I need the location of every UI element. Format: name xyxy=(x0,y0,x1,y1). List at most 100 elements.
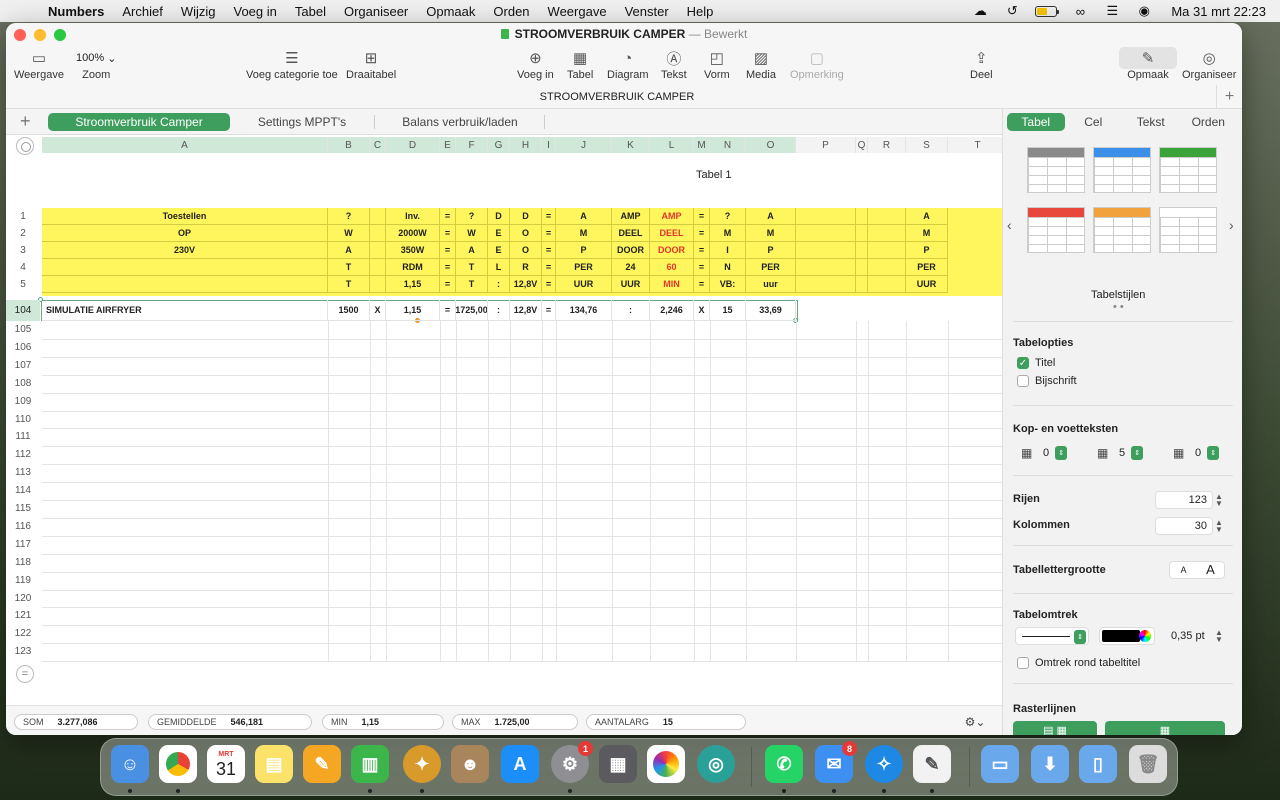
tab-cel[interactable]: Cel xyxy=(1065,113,1123,131)
control-center-icon[interactable]: ☰ xyxy=(1103,3,1121,18)
column-header-n[interactable]: N xyxy=(710,137,746,153)
column-header-k[interactable]: K xyxy=(612,137,650,153)
header-cell[interactable]: = xyxy=(694,225,710,242)
find-my-icon[interactable]: ◎ xyxy=(697,745,735,783)
font-smaller-button[interactable]: A xyxy=(1170,562,1197,578)
header-cell[interactable]: AMP xyxy=(650,208,694,225)
header-cell[interactable]: = xyxy=(694,208,710,225)
header-cell[interactable] xyxy=(42,276,328,293)
header-cell[interactable]: T xyxy=(456,276,488,293)
table-style-thumbnail[interactable] xyxy=(1159,207,1217,253)
menu-weergave[interactable]: Weergave xyxy=(548,4,607,19)
header-cell[interactable] xyxy=(868,276,906,293)
data-cell[interactable]: : xyxy=(612,300,650,321)
header-cell[interactable]: PER xyxy=(746,259,796,276)
data-cell[interactable]: 12,8V xyxy=(510,300,542,321)
row-number[interactable]: 108 xyxy=(6,375,40,393)
header-cell[interactable]: E xyxy=(488,225,510,242)
header-cell[interactable]: OP xyxy=(42,225,328,242)
table-style-thumbnail[interactable] xyxy=(1093,147,1151,193)
gridlines-header-button[interactable]: ▦ xyxy=(1105,721,1225,735)
header-cell[interactable]: 1,15 xyxy=(386,276,440,293)
titel-checkbox[interactable]: ✓ xyxy=(1017,357,1029,369)
header-cell[interactable]: P xyxy=(746,242,796,259)
header-cell[interactable]: P xyxy=(906,242,948,259)
header-cell[interactable]: W xyxy=(328,225,370,242)
link-icon[interactable]: ∞ xyxy=(1071,4,1089,19)
row-number[interactable]: 121 xyxy=(6,607,40,625)
tab-tekst[interactable]: Tekst xyxy=(1122,113,1180,131)
textedit-icon[interactable]: ✎ xyxy=(913,745,951,783)
siri-icon[interactable]: ◉ xyxy=(1135,3,1153,18)
header-cell[interactable]: Inv. xyxy=(386,208,440,225)
page-dots[interactable]: • • xyxy=(1113,301,1124,313)
menu-opmaak[interactable]: Opmaak xyxy=(426,4,475,19)
column-header-o[interactable]: O xyxy=(746,137,796,153)
header-cell[interactable]: T xyxy=(456,259,488,276)
row-number[interactable]: 118 xyxy=(6,554,40,572)
column-header-b[interactable]: B xyxy=(328,137,370,153)
data-cell[interactable]: X xyxy=(694,300,710,321)
header-cell[interactable] xyxy=(856,259,868,276)
header-cell[interactable] xyxy=(42,259,328,276)
column-header-r[interactable]: R xyxy=(868,137,906,153)
header-cell[interactable]: = xyxy=(694,242,710,259)
stat-max[interactable]: MAX 1.725,00 xyxy=(452,714,578,730)
row-number[interactable]: 109 xyxy=(6,393,40,411)
header-cell[interactable]: I xyxy=(710,242,746,259)
tab-orden[interactable]: Orden xyxy=(1180,113,1238,131)
add-panel-button[interactable]: + xyxy=(1216,85,1242,109)
mail-icon[interactable]: ✉ 8 xyxy=(815,741,857,783)
header-cell[interactable]: A xyxy=(328,242,370,259)
diagram-button[interactable]: ◔ Diagram xyxy=(607,47,649,82)
header-cell[interactable]: 60 xyxy=(650,259,694,276)
header-cell[interactable]: A xyxy=(556,208,612,225)
menu-orden[interactable]: Orden xyxy=(493,4,529,19)
header-cell[interactable]: Toestellen xyxy=(42,208,328,225)
footer-rows-control[interactable]: ▦ 0 ⇕ xyxy=(1173,445,1220,461)
border-color-well[interactable] xyxy=(1099,627,1155,645)
row-number[interactable]: 3 xyxy=(6,242,40,259)
row-number[interactable]: 2 xyxy=(6,225,40,242)
column-header-l[interactable]: L xyxy=(650,137,694,153)
row-number[interactable]: 123 xyxy=(6,643,40,661)
stepper-icon[interactable]: ▲ ▼ xyxy=(1215,493,1223,508)
row-number[interactable]: 5 xyxy=(6,276,40,293)
documents-folder-icon[interactable]: ▯ xyxy=(1079,745,1117,783)
chrome-icon[interactable] xyxy=(159,745,197,783)
header-cell[interactable]: uur xyxy=(746,276,796,293)
data-cell[interactable]: 1725,00 xyxy=(456,300,488,321)
vorm-button[interactable]: ◰ Vorm xyxy=(704,47,730,81)
row-number[interactable]: 116 xyxy=(6,518,40,536)
organiseer-button[interactable]: ◎ Organiseer xyxy=(1182,47,1236,81)
column-header-t[interactable]: T xyxy=(948,137,1002,153)
pages-icon[interactable]: ✎ xyxy=(303,745,341,783)
opmerking-button[interactable]: ▢ Opmerking xyxy=(790,47,844,81)
safari-icon[interactable]: ✧ xyxy=(865,745,903,783)
header-cell[interactable]: T xyxy=(328,259,370,276)
header-cell[interactable]: D xyxy=(510,208,542,225)
row-number[interactable]: 104 xyxy=(6,300,40,321)
header-cell[interactable]: W xyxy=(456,225,488,242)
voeg-in-button[interactable]: ⊕ Voeg in xyxy=(517,47,554,81)
column-header-g[interactable]: G xyxy=(488,137,510,153)
header-cell[interactable]: = xyxy=(440,276,456,293)
calculator-icon[interactable]: ▦ xyxy=(599,745,637,783)
header-cell[interactable]: UUR xyxy=(906,276,948,293)
column-header-h[interactable]: H xyxy=(510,137,542,153)
table-style-thumbnail[interactable] xyxy=(1159,147,1217,193)
header-cell[interactable]: D xyxy=(488,208,510,225)
stat-aantalarg[interactable]: AANTALARG 15 xyxy=(586,714,746,730)
row-number[interactable]: 107 xyxy=(6,357,40,375)
row-number[interactable]: 106 xyxy=(6,339,40,357)
header-cell[interactable]: = xyxy=(542,276,556,293)
header-cell[interactable]: = xyxy=(440,242,456,259)
header-cell[interactable]: 2000W xyxy=(386,225,440,242)
app-store-icon[interactable]: A xyxy=(501,745,539,783)
column-header-i[interactable]: I xyxy=(542,137,556,153)
row-number[interactable]: 113 xyxy=(6,464,40,482)
row-number[interactable]: 111 xyxy=(6,428,40,446)
data-cell[interactable]: 2,246 xyxy=(650,300,694,321)
header-cell[interactable]: P xyxy=(556,242,612,259)
stat-gemiddelde[interactable]: GEMIDDELDE 546,181 xyxy=(148,714,312,730)
